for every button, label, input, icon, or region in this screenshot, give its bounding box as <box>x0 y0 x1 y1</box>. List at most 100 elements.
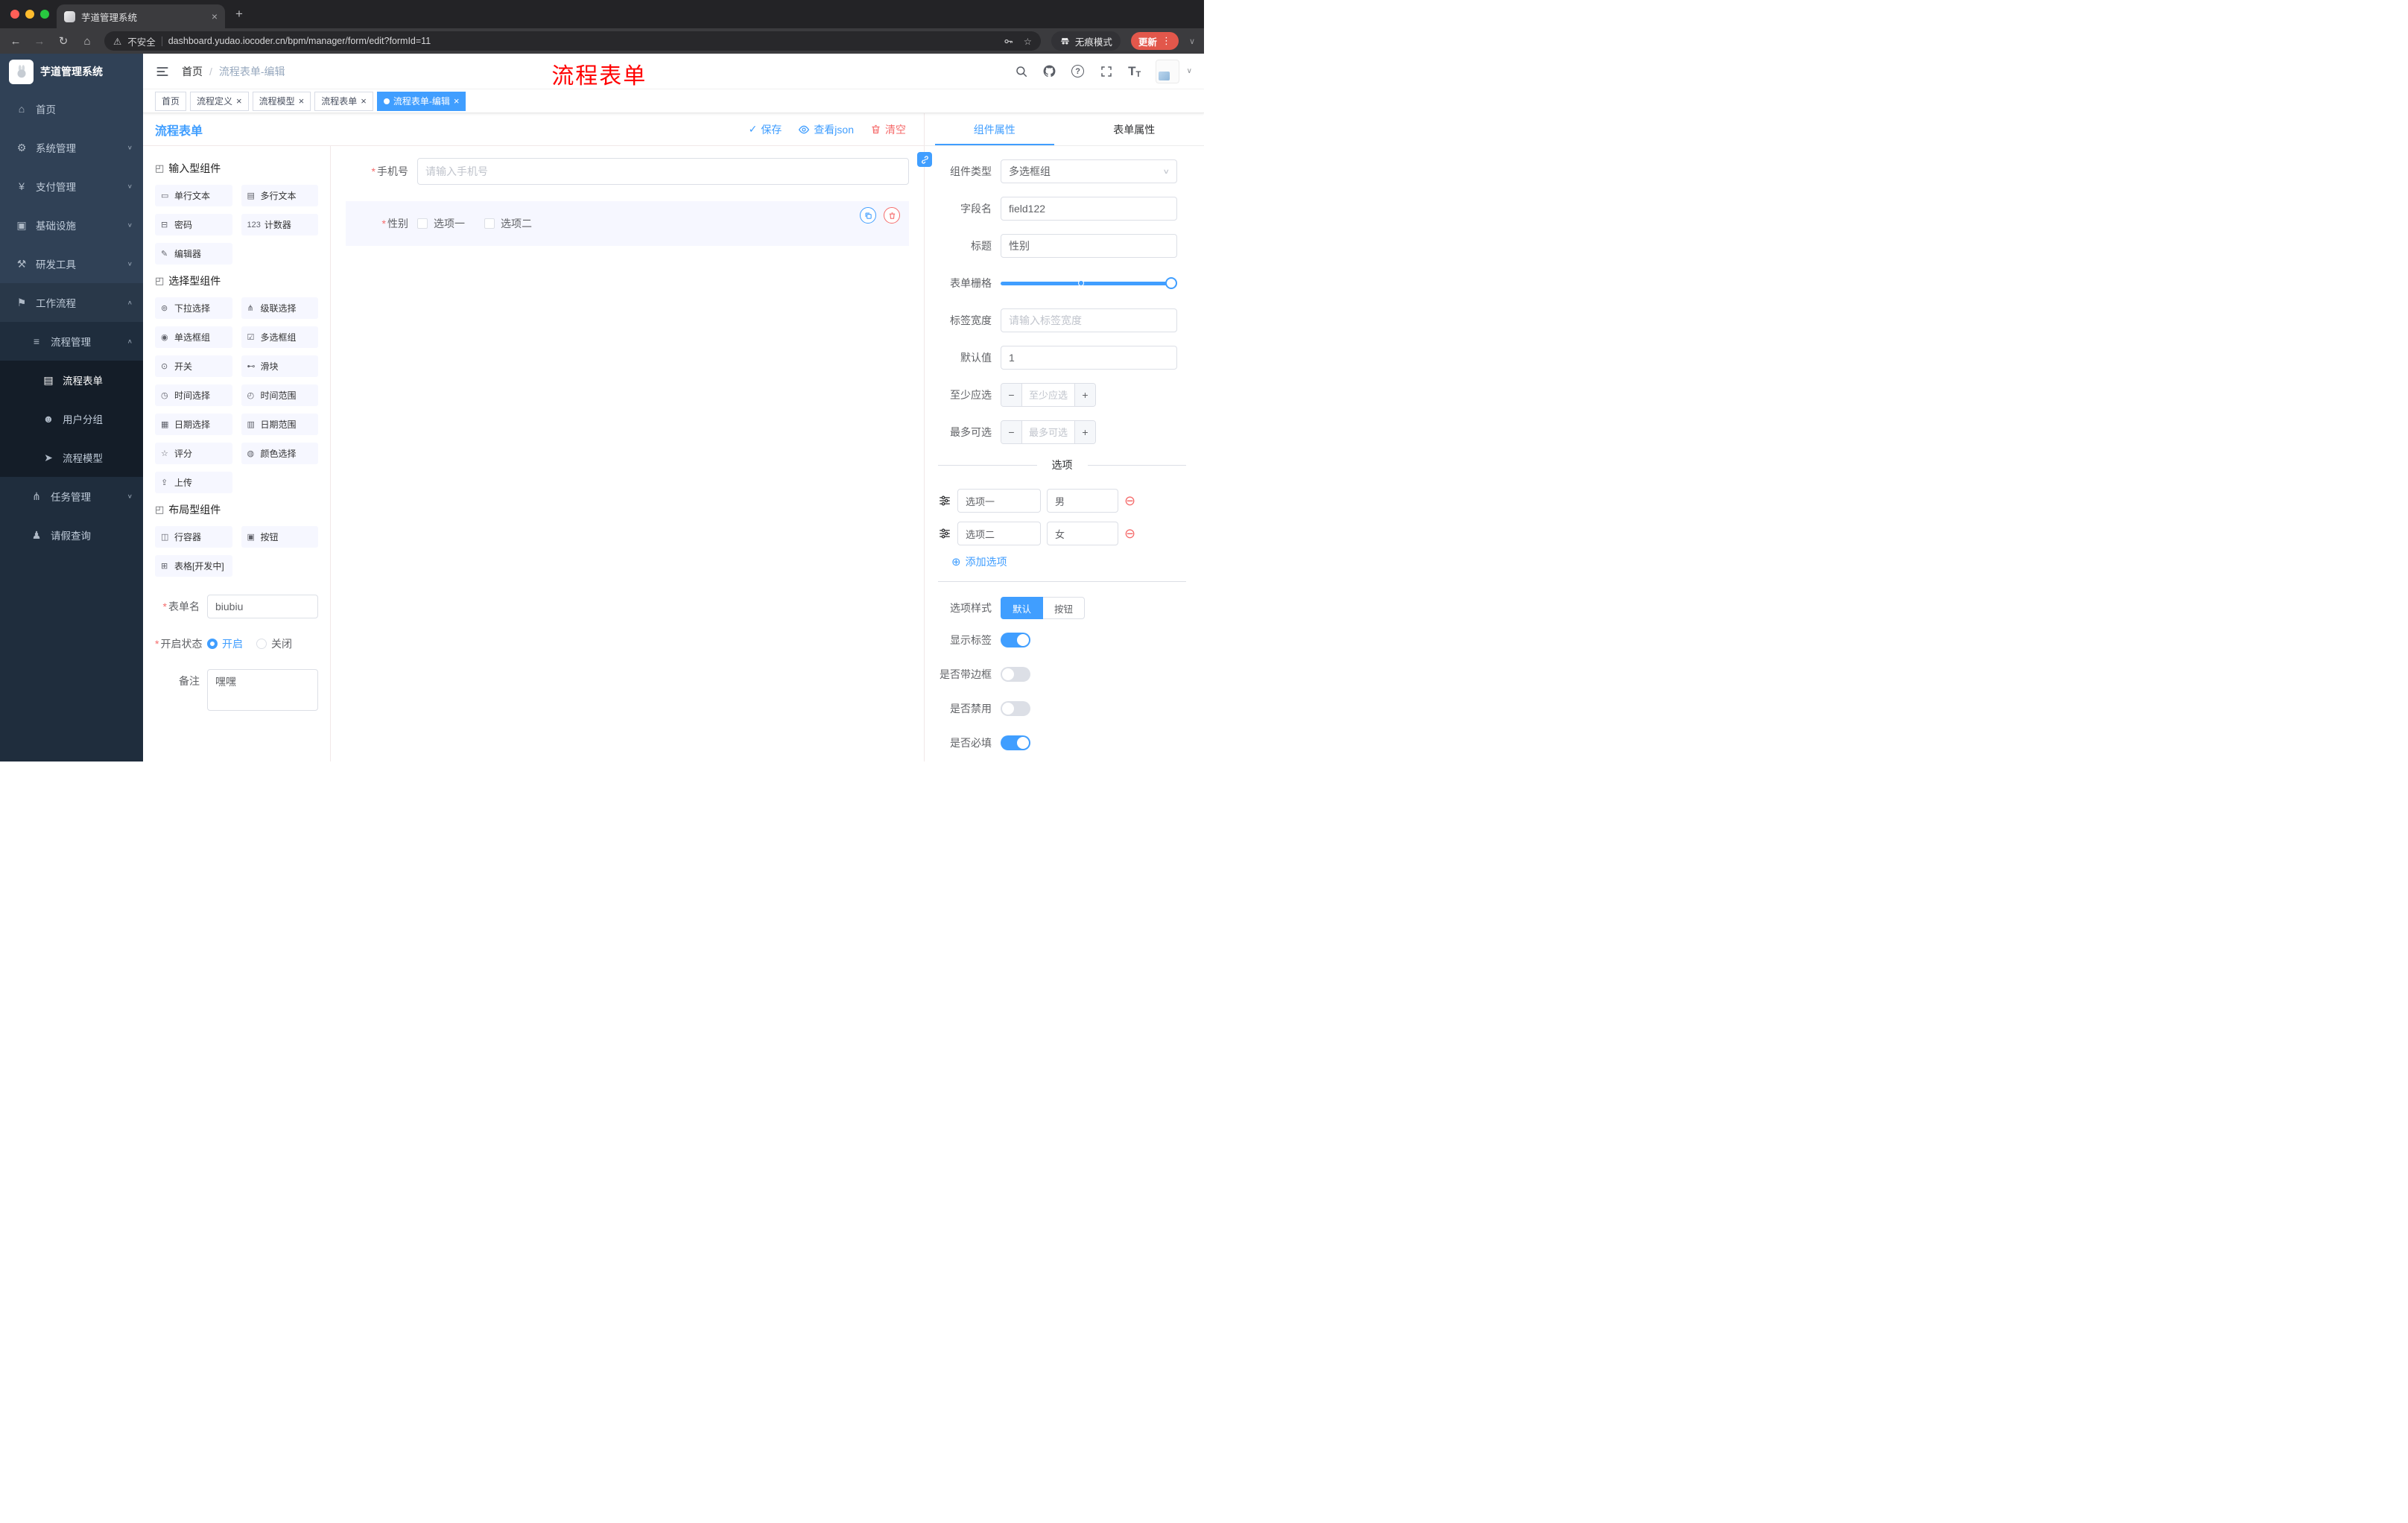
palette-item[interactable]: ▣ 按钮 <box>241 526 318 548</box>
component-type-value[interactable] <box>1001 159 1177 183</box>
decrease-button[interactable]: − <box>1001 384 1022 406</box>
checkbox-option[interactable]: 选项一 <box>417 216 465 231</box>
form-name-input[interactable] <box>207 595 318 618</box>
checkbox-box[interactable] <box>484 218 495 229</box>
toggle-switch[interactable] <box>1001 701 1030 716</box>
toggle-switch[interactable] <box>1001 735 1030 750</box>
checkbox-box[interactable] <box>417 218 428 229</box>
palette-item[interactable]: ✎ 编辑器 <box>155 243 232 265</box>
drag-handle-icon[interactable] <box>938 494 951 507</box>
title-input[interactable] <box>1001 234 1177 258</box>
radio-on[interactable]: 开启 <box>207 636 243 651</box>
palette-item[interactable]: ⊟ 密码 <box>155 214 232 235</box>
view-json-button[interactable]: 查看json <box>798 122 854 137</box>
phone-field-row[interactable]: * 手机号 <box>346 158 909 185</box>
palette-item[interactable]: ⊚ 下拉选择 <box>155 297 232 319</box>
palette-item[interactable]: ⊙ 开关 <box>155 355 232 377</box>
user-avatar[interactable] <box>1155 59 1179 83</box>
palette-item[interactable]: ▦ 日期选择 <box>155 414 232 435</box>
style-button-button[interactable]: 按钮 <box>1043 597 1086 619</box>
palette-item[interactable]: ◍ 颜色选择 <box>241 443 318 464</box>
style-default-button[interactable]: 默认 <box>1001 597 1044 619</box>
tab-form-props[interactable]: 表单属性 <box>1065 113 1205 145</box>
phone-input[interactable] <box>417 158 909 185</box>
max-select-input[interactable] <box>1022 421 1074 443</box>
max-select-stepper[interactable]: − + <box>1001 420 1096 444</box>
new-tab-button[interactable]: + <box>235 7 243 20</box>
option-value-input[interactable] <box>1047 522 1118 545</box>
sidebar-item[interactable]: ▣ 基础设施 ∨ <box>0 206 143 244</box>
slider-handle[interactable] <box>1165 277 1177 289</box>
toggle-switch[interactable] <box>1001 633 1030 647</box>
palette-item[interactable]: ☆ 评分 <box>155 443 232 464</box>
search-icon[interactable] <box>1014 64 1029 79</box>
palette-item[interactable]: ◷ 时间选择 <box>155 384 232 406</box>
decrease-button[interactable]: − <box>1001 421 1022 443</box>
toggle-switch[interactable] <box>1001 667 1030 682</box>
field-name-input[interactable] <box>1001 197 1177 221</box>
font-size-icon[interactable]: TT <box>1127 64 1142 79</box>
link-icon[interactable] <box>917 152 932 167</box>
sidebar-item[interactable]: ♟ 请假查询 <box>0 516 143 554</box>
close-icon[interactable]: × <box>236 96 242 106</box>
github-icon[interactable] <box>1042 64 1057 79</box>
component-type-select[interactable]: ∨ <box>1001 159 1177 183</box>
copy-component-button[interactable] <box>860 207 876 224</box>
slider-track[interactable] <box>1001 277 1177 289</box>
browser-tab[interactable]: 芋道管理系统 × <box>57 4 225 28</box>
gender-field-row-selected[interactable]: * 性别 选项一 选项二 <box>346 201 909 246</box>
tab-component-props[interactable]: 组件属性 <box>925 113 1065 145</box>
sidebar-item[interactable]: ⌂ 首页 <box>0 89 143 128</box>
tab-tag[interactable]: 流程表单 × <box>314 91 373 111</box>
label-width-input[interactable] <box>1001 308 1177 332</box>
option-label-input[interactable] <box>957 489 1041 513</box>
palette-item[interactable]: ⋔ 级联选择 <box>241 297 318 319</box>
close-icon[interactable]: × <box>299 96 305 106</box>
tab-tag[interactable]: 流程模型 × <box>252 91 311 111</box>
palette-item[interactable]: ▥ 日期范围 <box>241 414 318 435</box>
delete-component-button[interactable] <box>884 207 900 224</box>
forward-icon[interactable]: → <box>33 35 46 48</box>
security-label[interactable]: 不安全 <box>127 34 156 48</box>
palette-item[interactable]: ⇪ 上传 <box>155 472 232 493</box>
minimize-window-button[interactable] <box>25 10 34 19</box>
help-icon[interactable]: ? <box>1071 64 1086 79</box>
sidebar-item[interactable]: ≡ 流程管理 ∧ <box>0 322 143 361</box>
option-value-input[interactable] <box>1047 489 1118 513</box>
remark-textarea[interactable]: 嘿嘿 <box>207 669 318 711</box>
palette-item[interactable]: ⊷ 滑块 <box>241 355 318 377</box>
address-bar[interactable]: ⚠ 不安全 dashboard.yudao.iocoder.cn/bpm/man… <box>104 31 1041 51</box>
palette-item[interactable]: ▭ 单行文本 <box>155 185 232 206</box>
radio-off[interactable]: 关闭 <box>256 636 292 651</box>
bookmark-star-icon[interactable]: ☆ <box>1024 36 1032 47</box>
default-value-input[interactable] <box>1001 346 1177 370</box>
form-canvas[interactable]: *手机号 *性别 选项一 选项二 <box>331 146 924 762</box>
remove-option-icon[interactable]: ⊖ <box>1124 527 1135 540</box>
home-icon[interactable]: ⌂ <box>80 35 94 48</box>
drag-handle-icon[interactable] <box>938 527 951 540</box>
url-text[interactable]: dashboard.yudao.iocoder.cn/bpm/manager/f… <box>168 36 995 46</box>
close-icon[interactable]: × <box>212 10 218 22</box>
tab-tag[interactable]: 流程定义 × <box>190 91 249 111</box>
sidebar-item[interactable]: ➤ 流程模型 <box>0 438 143 477</box>
option-label-input[interactable] <box>957 522 1041 545</box>
increase-button[interactable]: + <box>1074 421 1095 443</box>
back-icon[interactable]: ← <box>9 35 22 48</box>
browser-menu-icon[interactable]: ⋮ <box>1162 35 1171 47</box>
sidebar-item[interactable]: ⚙ 系统管理 ∨ <box>0 128 143 167</box>
palette-item[interactable]: ◉ 单选框组 <box>155 326 232 348</box>
breadcrumb-home[interactable]: 首页 <box>182 64 203 79</box>
maximize-window-button[interactable] <box>40 10 49 19</box>
sidebar-item[interactable]: ⋔ 任务管理 ∨ <box>0 477 143 516</box>
close-icon[interactable]: × <box>454 96 460 106</box>
tab-tag[interactable]: 流程表单-编辑 × <box>376 91 466 111</box>
hamburger-icon[interactable] <box>155 64 170 79</box>
remove-option-icon[interactable]: ⊖ <box>1124 494 1135 507</box>
sidebar-item[interactable]: ⚑ 工作流程 ∧ <box>0 283 143 322</box>
fullscreen-icon[interactable] <box>1099 64 1114 79</box>
checkbox-option[interactable]: 选项二 <box>484 216 532 231</box>
min-select-stepper[interactable]: − + <box>1001 383 1096 407</box>
clear-button[interactable]: 清空 <box>870 122 906 137</box>
palette-item[interactable]: ☑ 多选框组 <box>241 326 318 348</box>
update-button[interactable]: 更新 ⋮ <box>1130 32 1179 50</box>
